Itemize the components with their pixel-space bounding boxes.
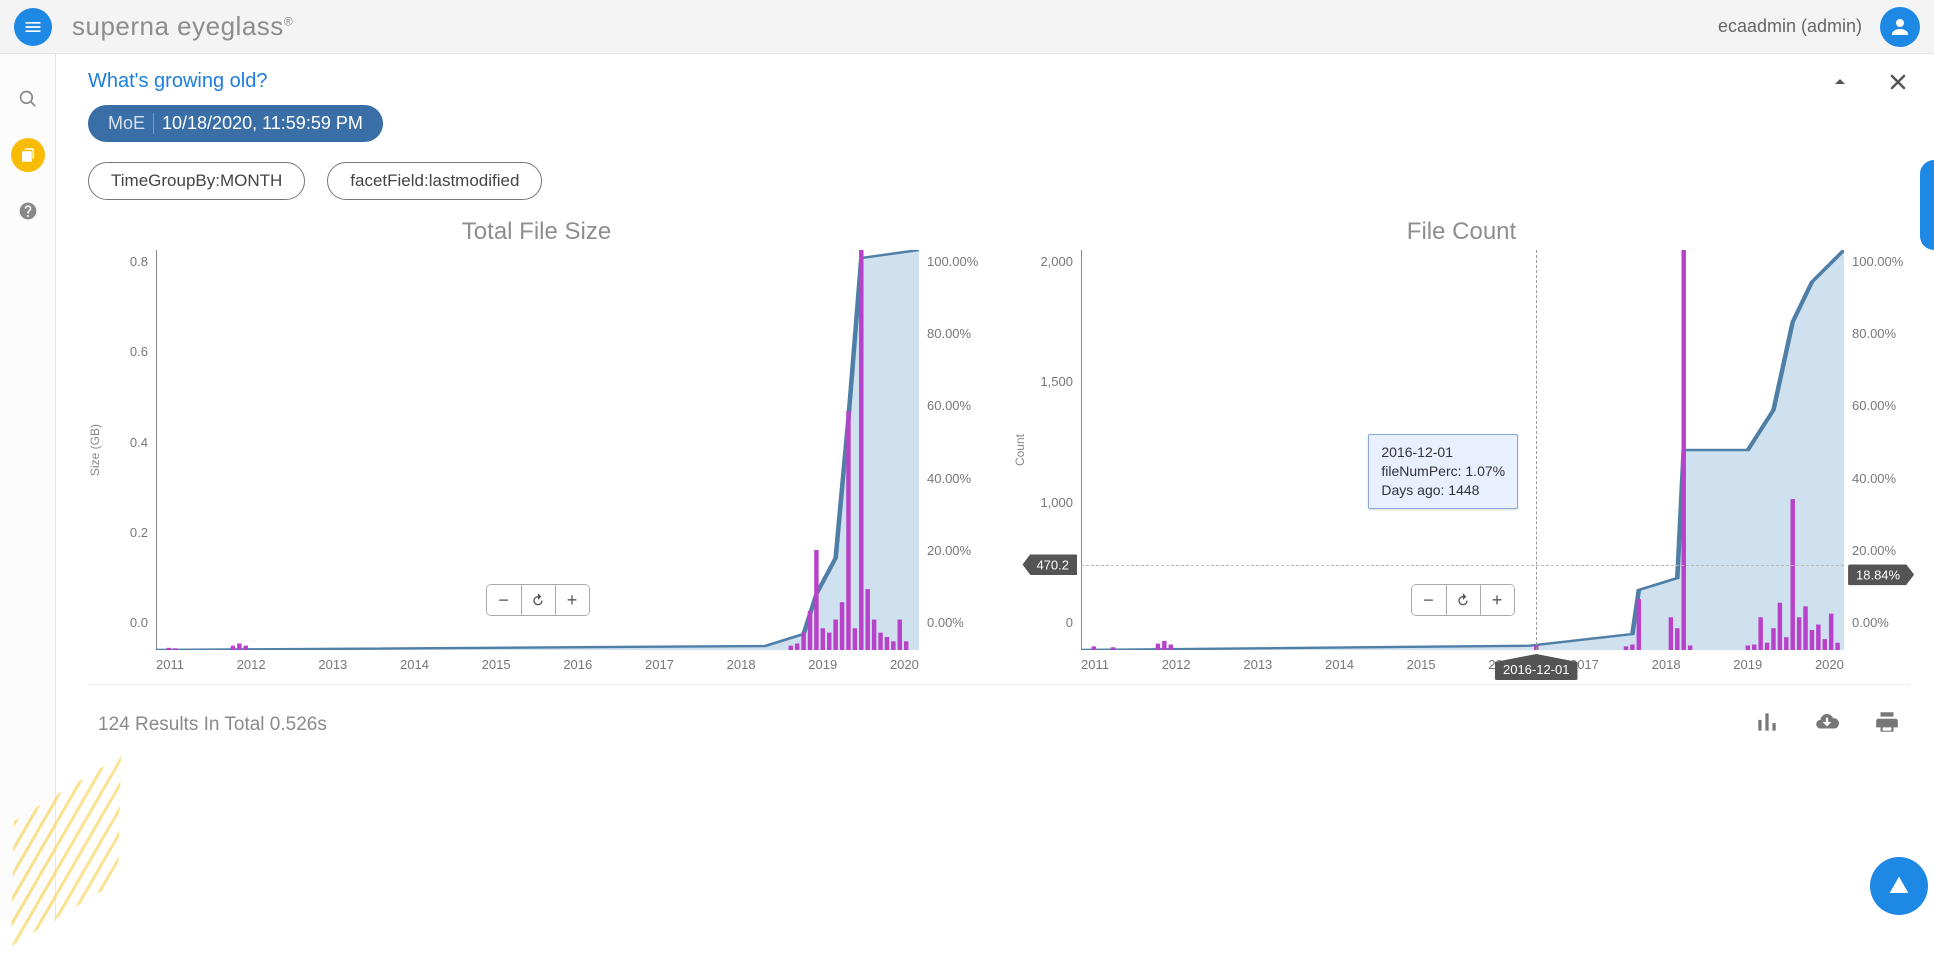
zoom-in-button[interactable]: + bbox=[1480, 585, 1514, 615]
menu-button[interactable] bbox=[14, 8, 52, 46]
right-edge-tab[interactable] bbox=[1920, 160, 1934, 250]
hamburger-icon bbox=[23, 17, 43, 37]
plot-area[interactable]: − + 201120122013201420152016201720182019… bbox=[156, 250, 919, 650]
zoom-in-button[interactable]: + bbox=[555, 585, 589, 615]
collapse-button[interactable] bbox=[1828, 70, 1852, 99]
panel-controls bbox=[1828, 70, 1910, 99]
sidebar bbox=[0, 54, 56, 921]
chart-view-button[interactable] bbox=[1754, 709, 1780, 741]
search-icon bbox=[18, 89, 38, 109]
download-button[interactable] bbox=[1814, 709, 1840, 741]
refresh-icon bbox=[1455, 592, 1471, 608]
main-content: What's growing old? MoE 10/18/2020, 11:5… bbox=[56, 54, 1934, 921]
y-axis-left: 0.80.60.40.20.0 bbox=[106, 250, 156, 650]
filter-facetfield[interactable]: facetField:lastmodified bbox=[327, 162, 542, 200]
close-icon bbox=[1886, 70, 1910, 94]
zoom-out-button[interactable]: − bbox=[1412, 585, 1446, 615]
refresh-icon bbox=[530, 592, 546, 608]
zoom-controls: − + bbox=[486, 584, 590, 616]
y-axis-label: Count bbox=[1013, 434, 1027, 466]
y-axis-label: Size (GB) bbox=[88, 424, 102, 476]
chart-total-file-size: Total File Size Size (GB) 0.80.60.40.20.… bbox=[88, 218, 985, 650]
sidebar-help[interactable] bbox=[11, 194, 45, 228]
results-summary: 124 Results In Total 0.526s bbox=[98, 714, 327, 736]
results-footer: 124 Results In Total 0.526s bbox=[88, 684, 1910, 755]
cloud-download-icon bbox=[1814, 709, 1840, 735]
chart-title: Total File Size bbox=[88, 218, 985, 246]
print-button[interactable] bbox=[1874, 709, 1900, 741]
scroll-top-fab[interactable] bbox=[1870, 857, 1928, 915]
filter-timegroupby[interactable]: TimeGroupBy:MONTH bbox=[88, 162, 305, 200]
copy-icon bbox=[19, 146, 37, 164]
x-axis: 2011201220132014201520162017201820192020 bbox=[1081, 657, 1844, 672]
zoom-reset-button[interactable] bbox=[521, 585, 555, 615]
help-icon bbox=[18, 201, 38, 221]
arrow-up-icon bbox=[1885, 872, 1913, 900]
y-axis-right: 100.00%80.00%60.00%40.00%20.00%0.00% bbox=[919, 250, 985, 650]
user-avatar[interactable] bbox=[1880, 7, 1920, 47]
brand-logo: superna eyeglass® bbox=[72, 11, 293, 42]
user-icon bbox=[1888, 15, 1912, 39]
sidebar-search[interactable] bbox=[11, 82, 45, 116]
x-axis: 2011201220132014201520162017201820192020 bbox=[156, 657, 919, 672]
sidebar-reports[interactable] bbox=[11, 138, 45, 172]
zoom-reset-button[interactable] bbox=[1446, 585, 1480, 615]
date-filter-chip[interactable]: MoE 10/18/2020, 11:59:59 PM bbox=[88, 105, 383, 142]
chart-file-count: File Count Count 2,0001,5001,0000 − + bbox=[1013, 218, 1910, 650]
plot-area[interactable]: − + 201120122013201420152016201720182019… bbox=[1081, 250, 1844, 650]
y-axis-right: 100.00%80.00%60.00%40.00%20.00%0.00% bbox=[1844, 250, 1910, 650]
chevron-up-icon bbox=[1828, 70, 1852, 94]
bar-chart-icon bbox=[1754, 709, 1780, 735]
print-icon bbox=[1874, 709, 1900, 735]
zoom-out-button[interactable]: − bbox=[487, 585, 521, 615]
page-title: What's growing old? bbox=[88, 70, 1910, 93]
top-bar: superna eyeglass® ecaadmin (admin) bbox=[0, 0, 1934, 54]
y-axis-left: 2,0001,5001,0000 bbox=[1031, 250, 1081, 650]
chart-tooltip: 2016-12-01fileNumPerc: 1.07%Days ago: 14… bbox=[1368, 434, 1518, 509]
user-label: ecaadmin (admin) bbox=[1718, 16, 1862, 37]
charts-row: Total File Size Size (GB) 0.80.60.40.20.… bbox=[88, 218, 1910, 650]
close-button[interactable] bbox=[1886, 70, 1910, 99]
chart-title: File Count bbox=[1013, 218, 1910, 246]
zoom-controls: − + bbox=[1411, 584, 1515, 616]
